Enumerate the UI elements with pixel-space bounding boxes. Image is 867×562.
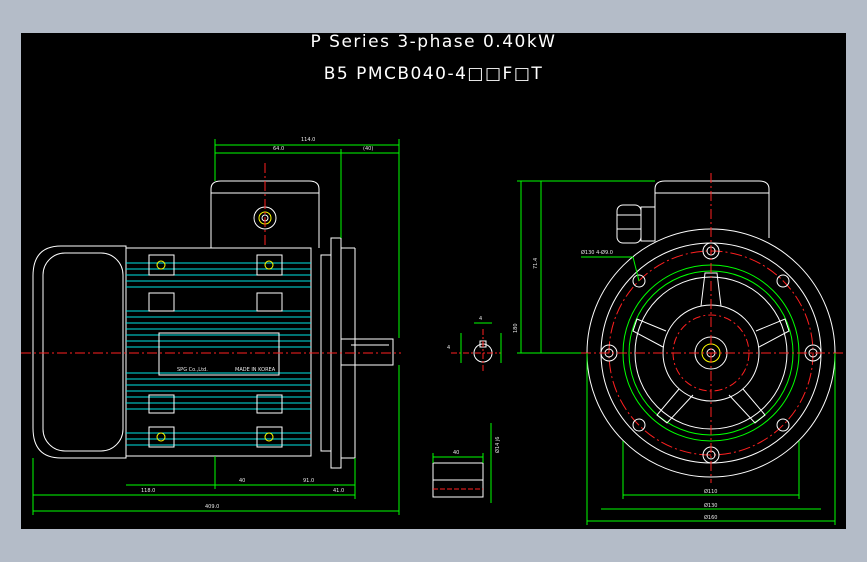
nameplate-maker: SPG Co.,Ltd. <box>177 367 208 373</box>
nameplate-origin: MADE IN KOREA <box>235 367 276 373</box>
dim-side-shaft-top: (40) <box>363 146 373 152</box>
motor-front-view: 71.4 180 Ø130 4-Ø9.0 Ø110 Ø130 Ø160 <box>513 173 843 525</box>
dim-side-overall-bottom: 409.0 <box>205 504 219 510</box>
dim-side-overall-top: 114.0 <box>301 137 315 143</box>
dim-front-height-1: 71.4 <box>533 258 539 269</box>
motor-body <box>125 247 312 457</box>
dim-front-dia-3: Ø160 <box>704 514 717 521</box>
fan-cover <box>32 245 127 459</box>
dim-front-bolt-circle: Ø130 4-Ø9.0 <box>581 249 613 256</box>
shaft <box>340 338 394 366</box>
front-cable-gland <box>616 204 656 244</box>
dim-side-inner-top: 64.0 <box>273 146 284 152</box>
dim-front-dia-1: Ø110 <box>704 488 717 495</box>
dim-shaft-len: 40 <box>453 450 459 456</box>
dim-front-dia-2: Ø130 <box>704 502 717 509</box>
motor-side-view: SPG Co.,Ltd. MADE IN KOREA 114.0 64.0 (4… <box>21 137 401 515</box>
cad-drawing-canvas: P Series 3-phase 0.40kW B5 PMCB040-4□□F□… <box>21 33 846 529</box>
dim-side-bottom-right: 91.0 <box>303 478 314 484</box>
dim-side-bottom-mid: 40 <box>239 478 245 484</box>
dim-shaft-dia: Ø14 j6 <box>494 437 501 453</box>
fan-cover-inner <box>42 252 124 452</box>
dim-shaft-key: 4 <box>479 316 482 322</box>
mounting-lugs <box>148 254 283 448</box>
dim-front-height-2: 180 <box>513 323 519 333</box>
dim-side-bottom-right2: 41.0 <box>333 488 344 494</box>
shaft-detail-view: 4 4 40 Ø14 j6 <box>432 316 502 503</box>
dim-side-bottom-left: 118.0 <box>141 488 155 494</box>
motor-drawing: SPG Co.,Ltd. MADE IN KOREA 114.0 64.0 (4… <box>21 137 843 525</box>
cooling-fins <box>126 262 311 446</box>
side-dimensions <box>32 139 400 515</box>
dim-shaft-depth: 4 <box>447 345 450 351</box>
